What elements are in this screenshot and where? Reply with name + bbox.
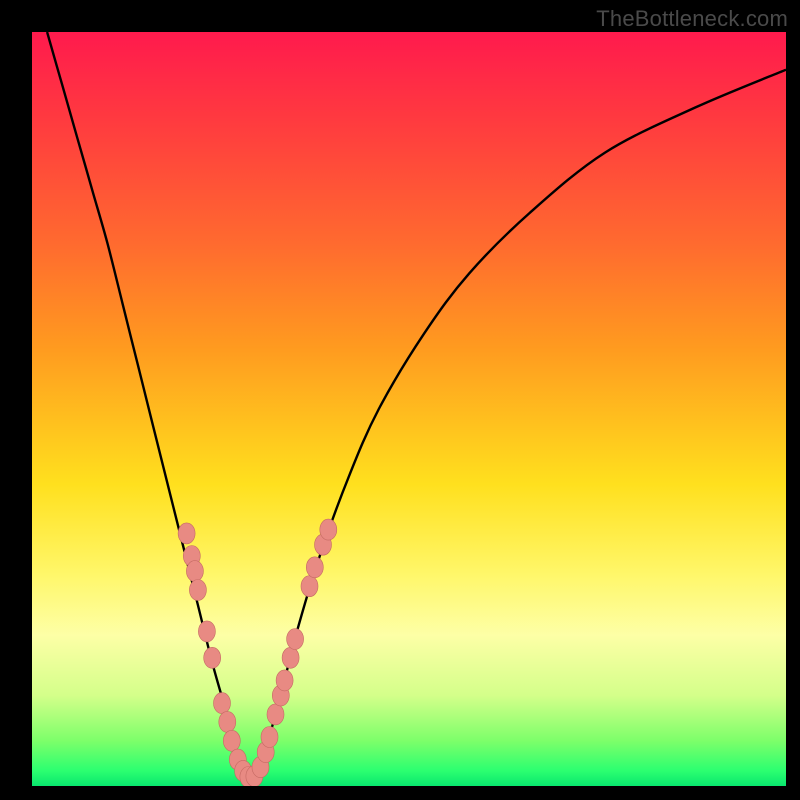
data-point xyxy=(276,670,293,691)
data-point xyxy=(223,730,240,751)
data-point xyxy=(178,523,195,544)
bottleneck-curve xyxy=(47,32,786,779)
chart-frame: TheBottleneck.com xyxy=(0,0,800,800)
data-point xyxy=(186,561,203,582)
watermark-text: TheBottleneck.com xyxy=(596,6,788,32)
data-point xyxy=(267,704,284,725)
data-point xyxy=(282,647,299,668)
data-point xyxy=(301,576,318,597)
data-point xyxy=(198,621,215,642)
data-point xyxy=(189,580,206,601)
plot-area xyxy=(32,32,786,786)
data-points xyxy=(178,519,337,786)
data-point xyxy=(214,693,231,714)
data-point xyxy=(219,711,236,732)
data-point xyxy=(261,727,278,748)
data-point xyxy=(320,519,337,540)
data-point xyxy=(306,557,323,578)
data-point xyxy=(287,629,304,650)
data-point xyxy=(204,647,221,668)
chart-svg xyxy=(32,32,786,786)
